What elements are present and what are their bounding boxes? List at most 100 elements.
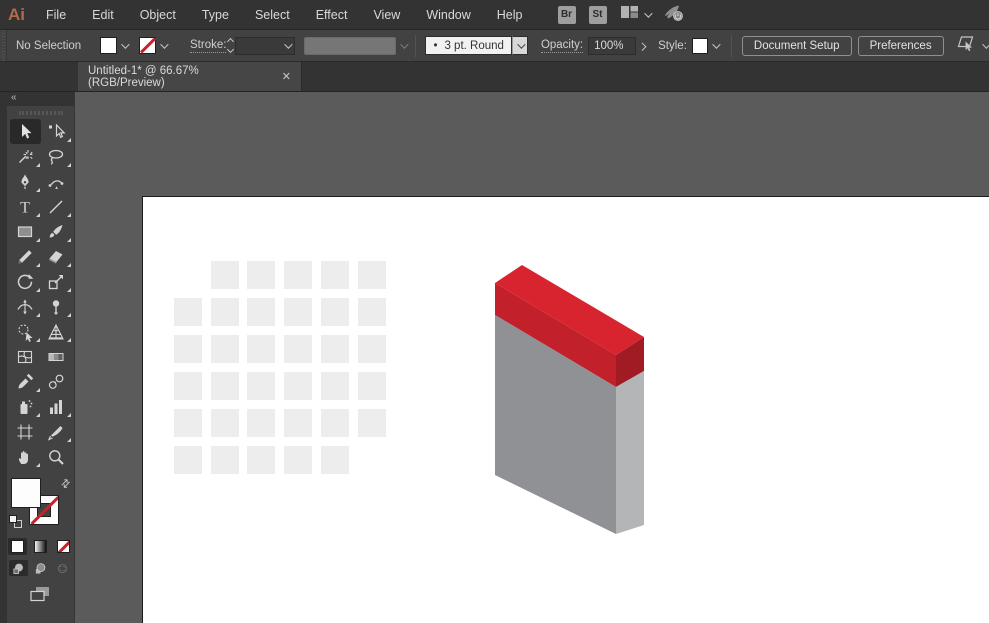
- mesh-tool[interactable]: [10, 344, 41, 369]
- menu-select[interactable]: Select: [242, 8, 303, 22]
- direct-selection-icon: [46, 122, 66, 142]
- isometric-box-artwork[interactable]: [143, 197, 989, 623]
- fill-swatch-dropdown[interactable]: [117, 37, 131, 54]
- magic-wand-tool[interactable]: [10, 144, 41, 169]
- opacity-field[interactable]: 100%: [588, 37, 636, 55]
- menu-help[interactable]: Help: [484, 8, 536, 22]
- curvature-icon: [46, 172, 66, 192]
- style-swatch[interactable]: [692, 38, 708, 54]
- divider: [731, 35, 732, 57]
- lasso-tool[interactable]: [41, 144, 72, 169]
- menu-view[interactable]: View: [360, 8, 413, 22]
- preferences-button[interactable]: Preferences: [858, 36, 944, 56]
- draw-behind-button[interactable]: [31, 560, 50, 576]
- hand-tool[interactable]: [10, 444, 41, 469]
- collapse-panel-icon[interactable]: «: [7, 92, 74, 106]
- zoom-tool[interactable]: [41, 444, 72, 469]
- perspective-grid-icon: [46, 322, 66, 342]
- document-setup-button[interactable]: Document Setup: [742, 36, 852, 56]
- pencil-tool[interactable]: [10, 244, 41, 269]
- panel-grip[interactable]: [19, 111, 63, 115]
- stroke-weight-stepper[interactable]: [228, 39, 233, 52]
- rotate-tool[interactable]: [10, 269, 41, 294]
- screen-mode-button[interactable]: [28, 585, 53, 609]
- paintbrush-icon: [46, 222, 66, 242]
- profile-bullet: •: [433, 40, 437, 52]
- column-graph-tool[interactable]: [41, 394, 72, 419]
- menu-items: FileEditObjectTypeSelectEffectViewWindow…: [33, 8, 536, 22]
- close-tab-icon[interactable]: ✕: [282, 70, 291, 83]
- gpu-performance-icon[interactable]: [663, 3, 685, 27]
- control-bar: No Selection Stroke: • 3 pt. Round Opaci…: [0, 30, 989, 62]
- symbol-sprayer-tool[interactable]: [10, 394, 41, 419]
- document-tab[interactable]: Untitled-1* @ 66.67% (RGB/Preview) ✕: [78, 62, 302, 91]
- menu-file[interactable]: File: [33, 8, 79, 22]
- magic-wand-icon: [15, 147, 35, 167]
- symbol-sprayer-icon: [15, 397, 35, 417]
- draw-normal-button[interactable]: [9, 560, 28, 576]
- shape-builder-icon: [15, 322, 35, 342]
- gradient-icon: [46, 347, 66, 367]
- bridge-button[interactable]: Br: [558, 6, 576, 24]
- opacity-label[interactable]: Opacity:: [541, 39, 583, 53]
- variable-width-profile-field[interactable]: • 3 pt. Round: [425, 36, 512, 55]
- chevron-down-icon: [285, 40, 293, 48]
- menu-object[interactable]: Object: [127, 8, 189, 22]
- scale-tool[interactable]: [41, 269, 72, 294]
- scale-icon: [46, 272, 66, 292]
- blend-tool[interactable]: [41, 369, 72, 394]
- artboard[interactable]: [142, 196, 989, 623]
- chevron-up-icon: [227, 38, 234, 45]
- menu-window[interactable]: Window: [413, 8, 483, 22]
- eraser-tool[interactable]: [41, 244, 72, 269]
- draw-inside-button: [53, 560, 72, 576]
- rectangle-tool[interactable]: [10, 219, 41, 244]
- direct-selection-tool[interactable]: [41, 119, 72, 144]
- swap-fill-stroke-icon[interactable]: ⇄: [58, 476, 74, 492]
- paintbrush-tool[interactable]: [41, 219, 72, 244]
- none-mode-button[interactable]: [54, 538, 73, 555]
- menu-type[interactable]: Type: [189, 8, 242, 22]
- panel-grip[interactable]: [0, 30, 7, 61]
- stroke-weight-label[interactable]: Stroke:: [190, 39, 226, 53]
- eyedropper-tool[interactable]: [10, 369, 41, 394]
- stroke-swatch-dropdown[interactable]: [156, 37, 170, 54]
- mesh-icon: [15, 347, 35, 367]
- gradient-mode-button[interactable]: [31, 538, 50, 555]
- eyedropper-icon: [15, 372, 35, 392]
- width-tool[interactable]: [10, 294, 41, 319]
- puppet-warp-tool[interactable]: [41, 294, 72, 319]
- type-tool[interactable]: T: [10, 194, 41, 219]
- menu-effect[interactable]: Effect: [303, 8, 361, 22]
- shape-builder-tool[interactable]: [10, 319, 41, 344]
- box-side-face[interactable]: [616, 371, 644, 534]
- color-swatch-icon: [11, 540, 24, 553]
- gradient-tool[interactable]: [41, 344, 72, 369]
- stock-button[interactable]: St: [589, 6, 607, 24]
- eraser-icon: [46, 247, 66, 267]
- style-dropdown[interactable]: [708, 37, 722, 54]
- touch-workspace-switcher[interactable]: [955, 34, 988, 57]
- stroke-swatch[interactable]: [139, 37, 156, 54]
- fill-color-box[interactable]: [11, 478, 41, 508]
- variable-width-dropdown[interactable]: [512, 36, 528, 55]
- stroke-weight-field[interactable]: [235, 37, 295, 55]
- line-segment-tool[interactable]: [41, 194, 72, 219]
- color-mode-button[interactable]: [8, 538, 27, 555]
- drawing-mode-buttons: [9, 560, 72, 576]
- touch-workspace-icon: [955, 34, 977, 57]
- perspective-grid-tool[interactable]: [41, 319, 72, 344]
- pen-tool[interactable]: [10, 169, 41, 194]
- pasteboard[interactable]: [75, 92, 989, 623]
- selection-tool[interactable]: [10, 119, 41, 144]
- menu-edit[interactable]: Edit: [79, 8, 127, 22]
- opacity-dropdown[interactable]: [636, 37, 650, 54]
- fill-swatch[interactable]: [100, 37, 117, 54]
- divider: [415, 35, 416, 57]
- curvature-tool[interactable]: [41, 169, 72, 194]
- blend-icon: [46, 372, 66, 392]
- slice-tool[interactable]: [41, 419, 72, 444]
- default-fill-stroke-icon[interactable]: [9, 515, 17, 523]
- workspace-switcher[interactable]: [620, 4, 650, 25]
- artboard-tool[interactable]: [10, 419, 41, 444]
